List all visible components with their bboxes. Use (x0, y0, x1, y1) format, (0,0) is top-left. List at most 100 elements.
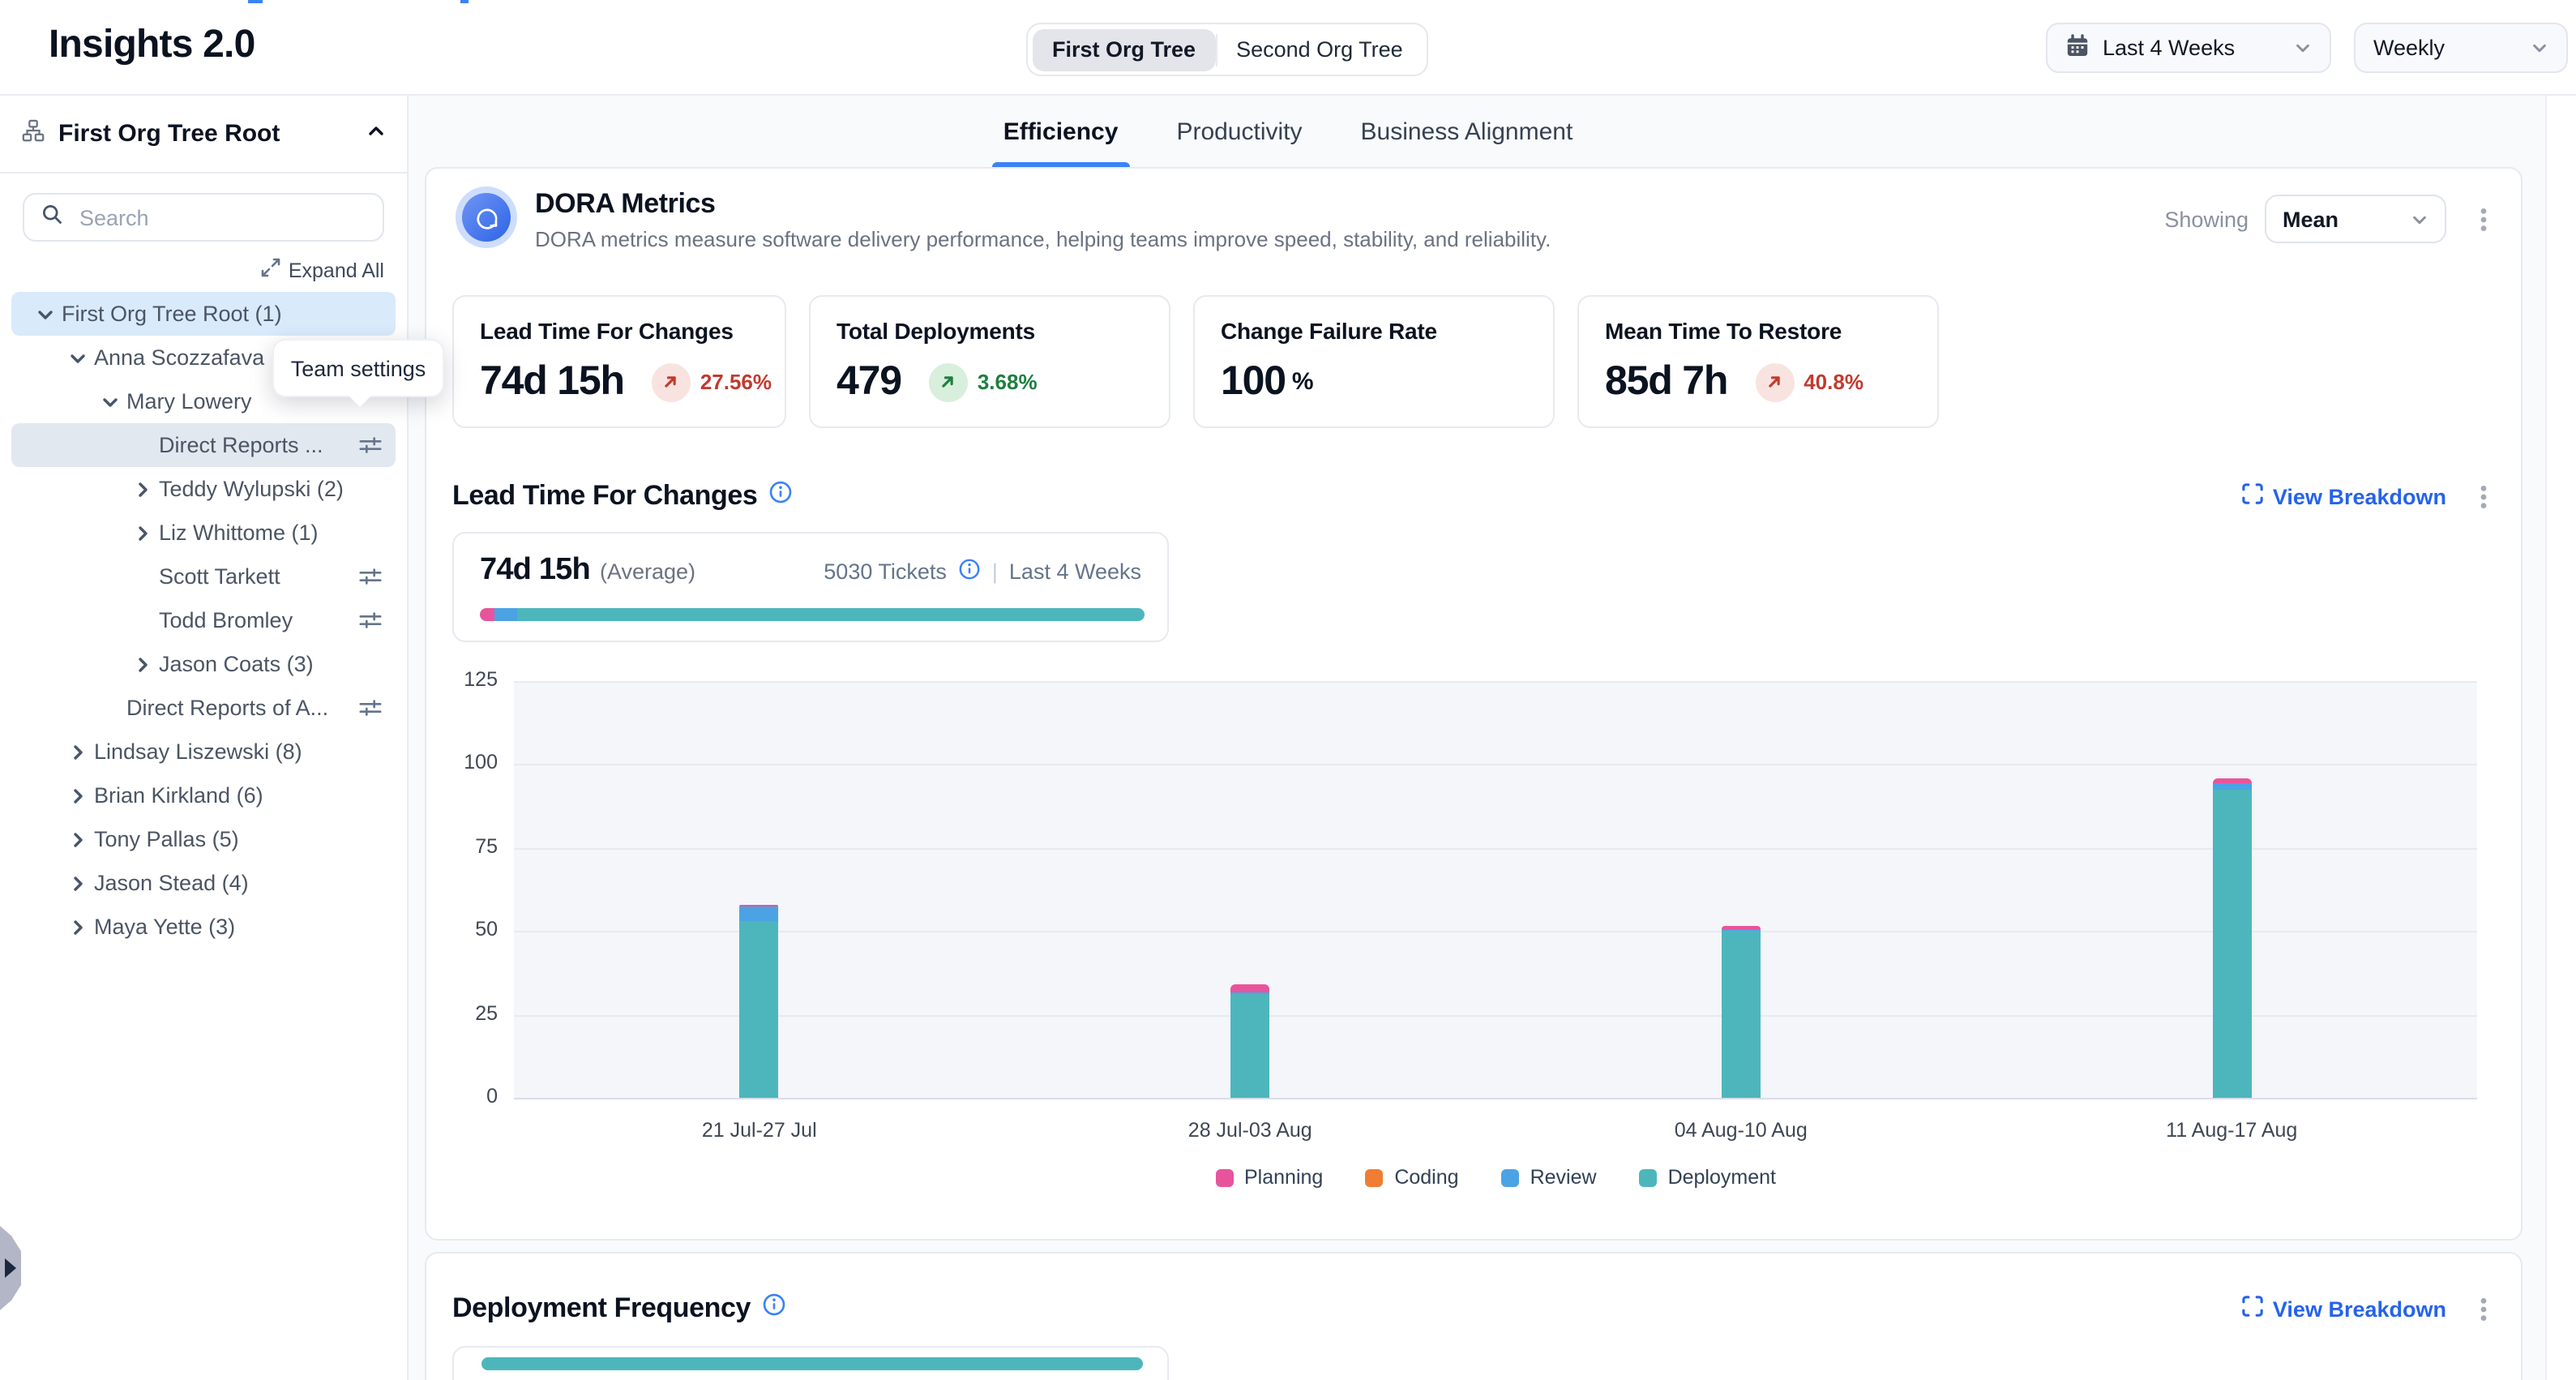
sidebar-header[interactable]: First Org Tree Root (0, 96, 407, 174)
legend-item-deployment[interactable]: Deployment (1639, 1166, 1776, 1189)
kebab-menu-icon[interactable] (2469, 199, 2498, 238)
tree-item-label: Teddy Wylupski (2) (159, 477, 383, 501)
tab-efficiency[interactable]: Efficiency (992, 96, 1130, 167)
tree-item[interactable]: Maya Yette (3) (11, 905, 396, 949)
info-icon[interactable] (958, 558, 981, 585)
scrollbar-track[interactable] (2545, 96, 2576, 1380)
tab-business-alignment-label: Business Alignment (1361, 118, 1573, 145)
chart-gridline (514, 931, 2477, 932)
tab-business-alignment[interactable]: Business Alignment (1350, 96, 1585, 167)
chevron-right-icon[interactable] (62, 917, 94, 936)
metric-value: 85d 7h (1605, 358, 1727, 405)
lead-time-section-title: Lead Time For Changes (452, 480, 757, 512)
view-breakdown-button[interactable]: View Breakdown (2242, 483, 2446, 509)
legend-item-coding[interactable]: Coding (1365, 1166, 1458, 1189)
bar-segment-deployment (1230, 992, 1269, 1098)
metric-title: Change Failure Rate (1221, 318, 1527, 344)
segment-divider (1215, 33, 1217, 66)
legend-item-planning[interactable]: Planning (1215, 1166, 1323, 1189)
tree-item[interactable]: Jason Stead (4) (11, 861, 396, 905)
chevron-down-icon[interactable] (62, 348, 94, 367)
dora-controls: Showing Mean (2164, 195, 2498, 243)
metric-card: Lead Time For Changes74d 15h27.56% (452, 295, 786, 428)
tree-item[interactable]: Lindsay Liszewski (8) (11, 730, 396, 774)
date-range-value: Last 4 Weeks (2103, 36, 2235, 60)
sliders-icon[interactable] (358, 608, 383, 632)
x-axis-tick-label: 21 Jul-27 Jul (702, 1119, 817, 1142)
tree-item[interactable]: Teddy Wylupski (2) (11, 467, 396, 511)
clipped-top-artifact (248, 0, 263, 3)
dora-title: DORA Metrics (535, 188, 1551, 221)
tree-item[interactable]: Jason Coats (3) (11, 642, 396, 686)
view-breakdown-label: View Breakdown (2273, 484, 2446, 508)
metric-delta-value: 3.68% (978, 370, 1038, 394)
chart-plot-area (514, 681, 2477, 1098)
tree-item[interactable]: Scott Tarkett (11, 555, 396, 598)
chevron-right-icon[interactable] (126, 654, 159, 674)
y-axis-tick-label: 50 (426, 918, 498, 941)
chart-legend: Planning Coding Review Deployment (514, 1166, 2477, 1189)
date-range-select[interactable]: Last 4 Weeks (2046, 23, 2331, 73)
tree-item[interactable]: First Org Tree Root (1) (11, 292, 396, 336)
sliders-icon[interactable] (358, 696, 383, 720)
tree-item-label: First Org Tree Root (1) (62, 302, 383, 326)
team-settings-tooltip: Team settings (272, 339, 444, 397)
legend-item-review[interactable]: Review (1501, 1166, 1597, 1189)
tree-item-label: Maya Yette (3) (94, 915, 383, 939)
tab-productivity[interactable]: Productivity (1165, 96, 1313, 167)
tree-item-label: Todd Bromley (159, 608, 349, 632)
sliders-icon[interactable] (358, 564, 383, 589)
org-tree-toggle-first[interactable]: First Org Tree (1033, 28, 1215, 71)
chevron-right-icon[interactable] (62, 786, 94, 805)
tree-item-label: Jason Coats (3) (159, 652, 383, 676)
dora-icon-ring (456, 186, 517, 248)
deployment-distribution-bar (481, 1357, 1143, 1370)
metric-delta-badge: 3.68% (929, 362, 1038, 401)
sidebar-search[interactable] (23, 193, 384, 242)
tree-item[interactable]: Todd Bromley (11, 598, 396, 642)
search-input[interactable] (76, 204, 366, 231)
org-tree-sidebar: First Org Tree Root Expand All First Org… (0, 96, 409, 1380)
clipped-top-artifact (460, 0, 469, 3)
granularity-select[interactable]: Weekly (2354, 23, 2568, 73)
chevron-right-icon[interactable] (126, 523, 159, 542)
org-tree-toggle-second[interactable]: Second Org Tree (1217, 28, 1423, 71)
expand-all-label: Expand All (289, 259, 384, 281)
tree-item[interactable]: Brian Kirkland (6) (11, 774, 396, 817)
tooltip-text: Team settings (291, 356, 426, 380)
tree-item-label: Brian Kirkland (6) (94, 783, 383, 808)
chevron-right-icon[interactable] (62, 742, 94, 761)
metric-title: Mean Time To Restore (1605, 318, 1911, 344)
info-icon[interactable] (768, 480, 793, 512)
chevron-up-icon[interactable] (366, 119, 386, 148)
bar-segment-deployment (2212, 790, 2251, 1098)
tree-item[interactable]: Direct Reports ... (11, 423, 396, 467)
chevron-right-icon[interactable] (62, 829, 94, 849)
org-tree-toggle-second-label: Second Org Tree (1236, 36, 1403, 61)
chevron-right-icon[interactable] (126, 479, 159, 499)
kebab-menu-icon[interactable] (2469, 477, 2498, 516)
kebab-menu-icon[interactable] (2469, 1289, 2498, 1328)
chevron-down-icon[interactable] (94, 392, 126, 411)
trend-up-arrow-icon (929, 362, 968, 401)
legend-swatch (1215, 1168, 1233, 1186)
sidebar-header-title: First Org Tree Root (58, 120, 353, 148)
tree-item-label: Scott Tarkett (159, 564, 349, 589)
tree-item[interactable]: Tony Pallas (5) (11, 817, 396, 861)
view-breakdown-label: View Breakdown (2273, 1296, 2446, 1321)
tree-item[interactable]: Direct Reports of A... (11, 686, 396, 730)
chevron-right-icon[interactable] (62, 873, 94, 893)
info-icon[interactable] (762, 1292, 786, 1325)
view-breakdown-button[interactable]: View Breakdown (2242, 1296, 2446, 1322)
chevron-down-icon[interactable] (29, 304, 62, 324)
tree-item-label: Tony Pallas (5) (94, 827, 383, 851)
legend-swatch (1365, 1168, 1383, 1186)
expand-all-button[interactable]: Expand All (23, 258, 384, 282)
metric-delta-value: 27.56% (700, 370, 772, 394)
sliders-icon[interactable] (358, 433, 383, 457)
chart-gridline (514, 848, 2477, 850)
lead-time-section-title-group: Lead Time For Changes (452, 480, 793, 512)
tree-item[interactable]: Liz Whittome (1) (11, 511, 396, 555)
metric-value-row: 74d 15h27.56% (480, 358, 759, 405)
aggregation-select[interactable]: Mean (2265, 195, 2446, 243)
